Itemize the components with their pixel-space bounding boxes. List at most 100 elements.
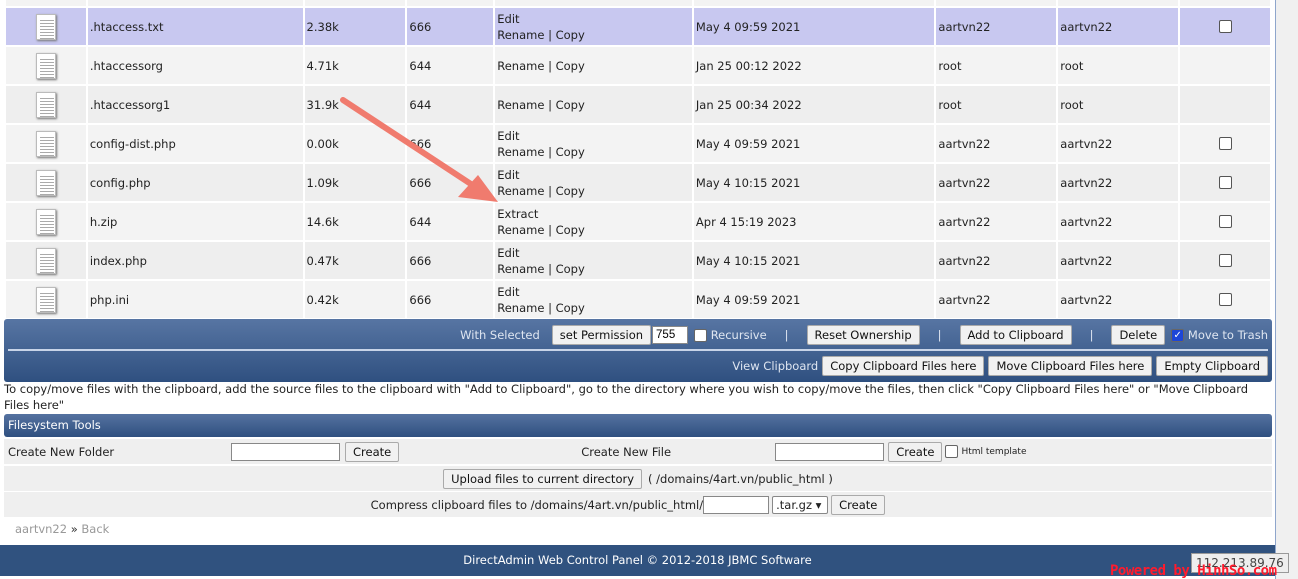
file-row[interactable]: .htaccessorg1 31.9k 644 Rename | Copy Ja… (4, 84, 1272, 125)
file-name[interactable]: config.php (85, 162, 305, 203)
copy-clipboard-button[interactable]: Copy Clipboard Files here (822, 356, 985, 376)
move-to-trash-checkbox[interactable]: ✓ (1171, 329, 1185, 342)
create-file-button[interactable]: Create (888, 441, 943, 462)
file-permission[interactable]: 644 (405, 201, 496, 242)
file-select-checkbox[interactable] (1218, 254, 1232, 267)
edit-link[interactable]: Edit (497, 11, 690, 27)
file-row[interactable]: .htaccess.txt 2.38k 666 Edit Rename | Cop… (4, 6, 1272, 47)
upload-files-button[interactable]: Upload files to current directory (443, 468, 643, 489)
move-clipboard-button[interactable]: Move Clipboard Files here (988, 356, 1153, 376)
file-actions (493, 0, 694, 8)
file-icon (35, 286, 56, 313)
separator: | (1089, 328, 1094, 342)
recursive-label: Recursive (710, 328, 767, 342)
rename-link[interactable]: Rename (497, 262, 544, 276)
edit-link[interactable]: Extract (497, 206, 690, 222)
rename-link[interactable]: Rename (497, 59, 544, 73)
file-name[interactable]: .htaccess.txt (85, 6, 305, 47)
file-group: aartvn22 (1056, 201, 1181, 242)
clipboard-help-text: To copy/move files with the clipboard, a… (4, 382, 1249, 412)
file-row[interactable]: php.ini 0.42k 666 Edit Rename | Copy May … (4, 279, 1272, 320)
file-permission[interactable]: 666 (405, 162, 496, 203)
copy-link[interactable]: Copy (556, 184, 585, 198)
file-group: root (1056, 84, 1181, 125)
file-row[interactable]: config.php 1.09k 666 Edit Rename | Copy M… (4, 162, 1272, 203)
recursive-checkbox[interactable] (694, 329, 708, 342)
permission-input[interactable] (652, 326, 689, 344)
separator: | (548, 97, 552, 112)
file-icon (35, 169, 56, 196)
empty-clipboard-button[interactable]: Empty Clipboard (1156, 356, 1268, 376)
set-permission-button[interactable]: set Permission (551, 325, 652, 345)
file-name[interactable]: php.ini (85, 279, 305, 320)
create-folder-button[interactable]: Create (345, 441, 400, 462)
rename-link[interactable]: Rename (497, 184, 544, 198)
separator: | (548, 300, 552, 315)
copy-link[interactable]: Copy (556, 223, 585, 237)
file-permission[interactable] (405, 0, 496, 8)
file-owner (934, 0, 1059, 8)
copy-link[interactable]: Copy (556, 98, 585, 112)
file-permission[interactable]: 666 (405, 240, 496, 281)
copy-link[interactable]: Copy (556, 145, 585, 159)
separator: | (548, 27, 552, 42)
rename-link[interactable]: Rename (497, 28, 544, 42)
file-select-checkbox[interactable] (1218, 20, 1232, 33)
compress-create-button[interactable]: Create (831, 494, 886, 515)
edit-link[interactable]: Edit (497, 128, 690, 144)
compress-format-select[interactable]: .tar.gz ▾ (772, 495, 829, 514)
edit-link[interactable]: Edit (497, 245, 690, 261)
file-owner: aartvn22 (934, 162, 1059, 203)
file-name[interactable] (85, 0, 305, 8)
file-row[interactable]: .htaccessorg 4.71k 644 Rename | Copy Jan… (4, 45, 1272, 86)
reset-ownership-button[interactable]: Reset Ownership (806, 325, 920, 345)
copy-link[interactable]: Copy (556, 262, 585, 276)
delete-button[interactable]: Delete (1111, 325, 1166, 345)
file-row[interactable]: h.zip 14.6k 644 Extract Rename | Copy Apr… (4, 201, 1272, 242)
file-permission[interactable]: 644 (405, 84, 496, 125)
file-owner: aartvn22 (934, 240, 1059, 281)
file-select-checkbox[interactable] (1218, 293, 1232, 306)
file-permission[interactable]: 666 (405, 6, 496, 47)
file-row[interactable] (4, 0, 1272, 8)
file-actions: Edit Rename | Copy (493, 123, 694, 164)
file-select-checkbox[interactable] (1218, 215, 1232, 228)
filesystem-tools-header: Filesystem Tools (4, 414, 1272, 437)
file-permission[interactable]: 666 (405, 123, 496, 164)
new-folder-input[interactable] (231, 442, 340, 461)
rename-link[interactable]: Rename (497, 301, 544, 315)
back-link[interactable]: Back (81, 522, 109, 536)
copy-link[interactable]: Copy (556, 28, 585, 42)
file-size: 0.42k (302, 279, 408, 320)
file-select-checkbox[interactable] (1218, 176, 1232, 189)
edit-link[interactable]: Edit (497, 167, 690, 183)
view-clipboard-link[interactable]: View Clipboard (732, 359, 818, 373)
file-row[interactable]: config-dist.php 0.00k 666 Edit Rename | C… (4, 123, 1272, 164)
file-actions: Extract Rename | Copy (493, 201, 694, 242)
scrollbar[interactable] (1275, 0, 1298, 579)
rename-link[interactable]: Rename (497, 223, 544, 237)
file-row[interactable]: index.php 0.47k 666 Edit Rename | Copy Ma… (4, 240, 1272, 281)
edit-link[interactable]: Edit (497, 284, 690, 300)
file-name[interactable]: .htaccessorg (85, 45, 305, 86)
copy-link[interactable]: Copy (556, 301, 585, 315)
file-size: 4.71k (302, 45, 408, 86)
file-name[interactable]: .htaccessorg1 (85, 84, 305, 125)
rename-link[interactable]: Rename (497, 98, 544, 112)
file-permission[interactable]: 666 (405, 279, 496, 320)
file-date: Jan 25 00:34 2022 (691, 84, 937, 125)
file-name[interactable]: h.zip (85, 201, 305, 242)
copy-link[interactable]: Copy (556, 59, 585, 73)
file-name[interactable]: index.php (85, 240, 305, 281)
html-template-checkbox[interactable] (945, 445, 959, 458)
new-file-input[interactable] (775, 442, 885, 461)
file-size (302, 0, 408, 8)
file-group (1056, 0, 1181, 8)
file-select-checkbox[interactable] (1218, 137, 1232, 150)
file-name[interactable]: config-dist.php (85, 123, 305, 164)
add-to-clipboard-button[interactable]: Add to Clipboard (959, 325, 1072, 345)
compress-filename-input[interactable] (703, 495, 770, 514)
breadcrumb-user[interactable]: aartvn22 (15, 522, 67, 536)
rename-link[interactable]: Rename (497, 145, 544, 159)
file-permission[interactable]: 644 (405, 45, 496, 86)
